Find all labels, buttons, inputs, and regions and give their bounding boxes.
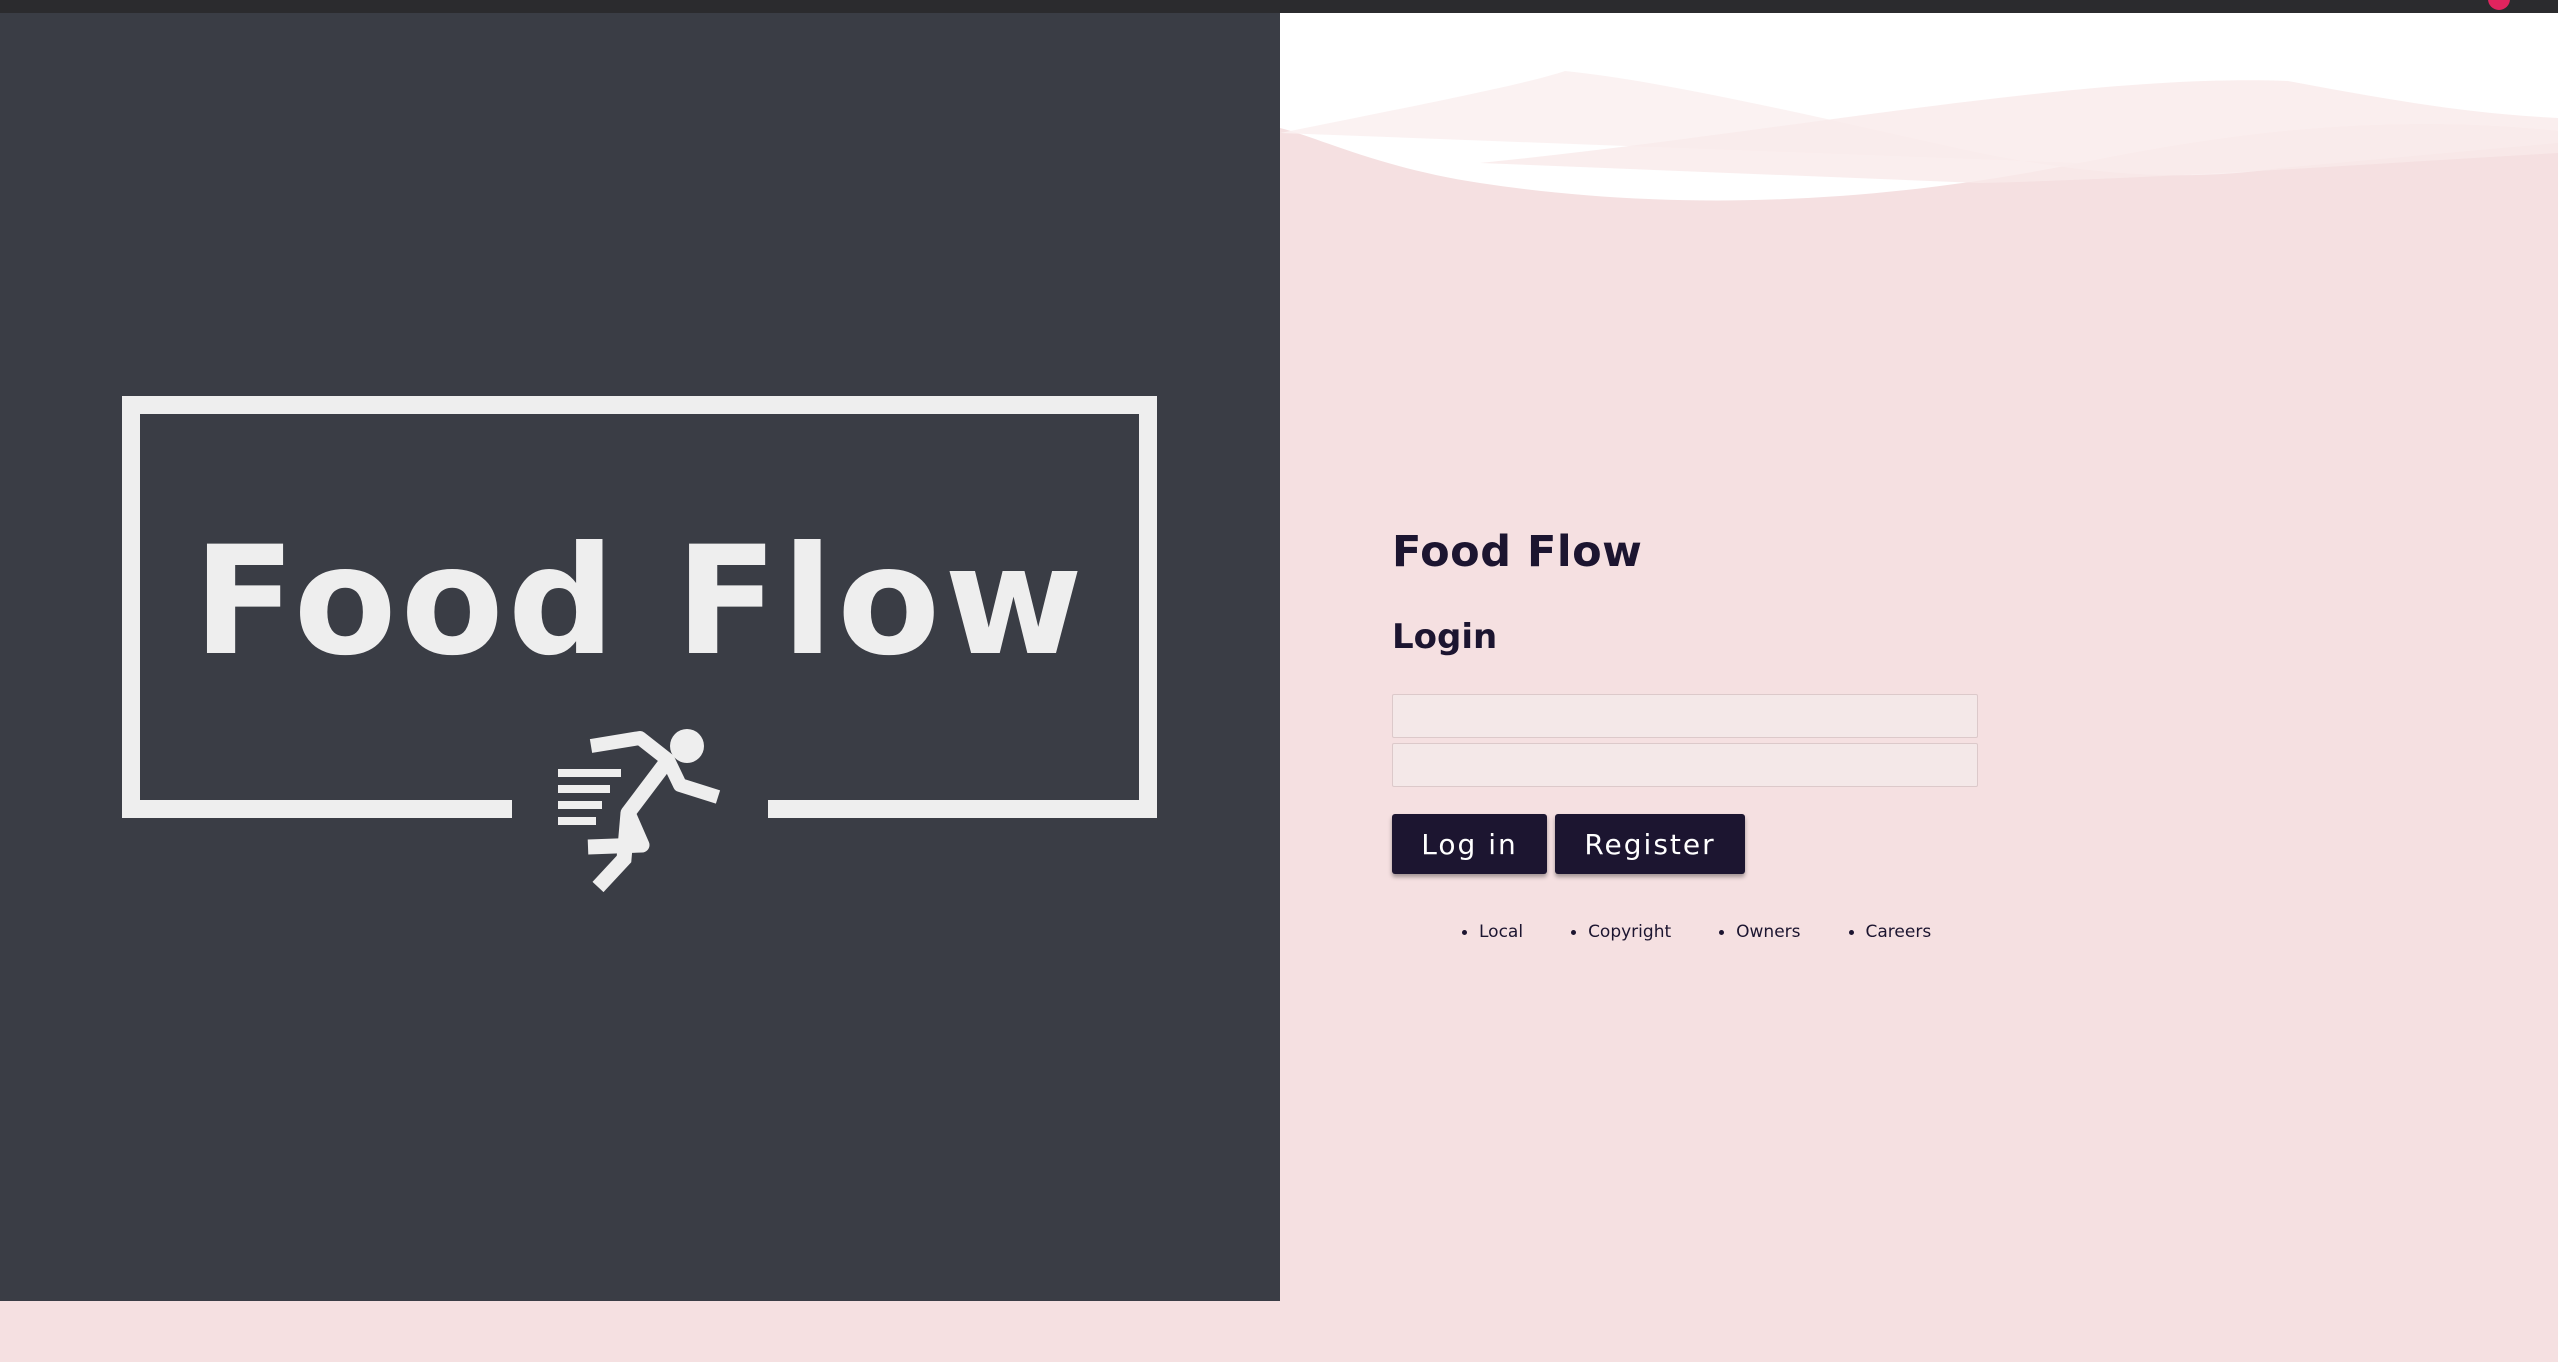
register-button[interactable]: Register [1555, 814, 1745, 874]
running-person-icon [558, 729, 721, 893]
footer-link-careers: Careers [1849, 922, 1932, 942]
footer-link-owners: Owners [1719, 922, 1800, 942]
footer-link-copyright-text[interactable]: Copyright [1588, 922, 1671, 942]
login-heading: Login [1392, 617, 1498, 657]
notification-dot [2488, 0, 2510, 10]
food-flow-logo: Food Flow [122, 396, 1157, 893]
login-panel: Food Flow Login Log in Register Local Co… [1280, 13, 2558, 1362]
footer-link-local: Local [1462, 922, 1523, 942]
logo-text: Food Flow [193, 515, 1087, 689]
password-input[interactable] [1392, 743, 1978, 787]
app-title: Food Flow [1392, 527, 1643, 577]
footer-link-owners-text[interactable]: Owners [1736, 922, 1800, 942]
login-form: Food Flow Login Log in Register Local Co… [1392, 531, 1992, 942]
login-actions: Log in Register [1392, 814, 1992, 874]
footer-link-local-text[interactable]: Local [1479, 922, 1523, 942]
username-input[interactable] [1392, 694, 1978, 738]
browser-top-bar [0, 0, 2558, 13]
footer-links: Local Copyright Owners Careers [1392, 922, 1992, 942]
brand-panel: Food Flow [0, 13, 1280, 1301]
footer-link-copyright: Copyright [1571, 922, 1671, 942]
wave-decoration [1280, 13, 2558, 213]
footer-link-careers-text[interactable]: Careers [1866, 922, 1932, 942]
login-button[interactable]: Log in [1392, 814, 1547, 874]
